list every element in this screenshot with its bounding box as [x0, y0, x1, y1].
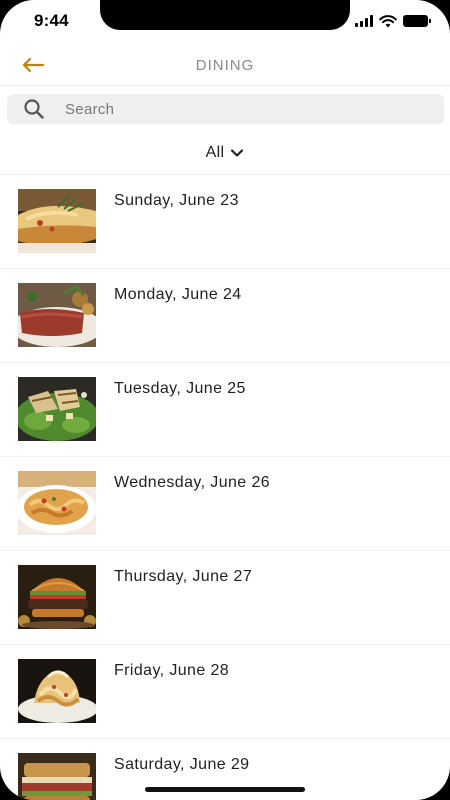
pasta-photo	[18, 471, 96, 535]
burger-photo	[18, 565, 96, 629]
row-date: Friday, June 28	[114, 662, 230, 679]
row-date: Saturday, June 29	[114, 756, 250, 773]
status-icons	[355, 13, 431, 29]
row-date: Monday, June 24	[114, 286, 242, 303]
wifi-icon	[379, 14, 397, 27]
dining-day-list: Sunday, June 23 Monday, June 24 Tuesday,…	[0, 175, 450, 800]
chevron-down-icon	[231, 149, 244, 157]
list-item[interactable]: Sunday, June 23	[0, 175, 450, 269]
quiche-photo	[18, 189, 96, 253]
list-item[interactable]: Thursday, June 27	[0, 551, 450, 645]
row-date: Sunday, June 23	[114, 192, 239, 209]
list-item[interactable]: Tuesday, June 25	[0, 363, 450, 457]
search-icon	[24, 99, 44, 119]
row-date: Tuesday, June 25	[114, 380, 246, 397]
page-title: DINING	[195, 57, 255, 74]
baked-pasta-photo	[18, 659, 96, 723]
chicken-salad-photo	[18, 377, 96, 441]
search-input[interactable]	[65, 94, 425, 124]
row-date: Thursday, June 27	[114, 568, 253, 585]
cellular-signal-icon	[355, 15, 373, 27]
filter-dropdown[interactable]: All	[0, 140, 450, 166]
status-time: 9:44	[34, 11, 69, 30]
battery-icon	[403, 15, 431, 27]
notch	[100, 0, 350, 30]
search-bar	[7, 94, 444, 124]
filter-selected-label: All	[205, 144, 225, 161]
phone-screen: 9:44 DINING All	[0, 0, 450, 800]
list-item[interactable]: Friday, June 28	[0, 645, 450, 739]
status-bar: 9:44	[0, 0, 450, 46]
corned-beef-photo	[18, 283, 96, 347]
sandwich-photo	[18, 753, 96, 800]
row-date: Wednesday, June 26	[114, 474, 271, 491]
list-item[interactable]: Monday, June 24	[0, 269, 450, 363]
list-item[interactable]: Wednesday, June 26	[0, 457, 450, 551]
home-indicator[interactable]	[145, 787, 305, 792]
nav-header: DINING	[0, 46, 450, 86]
